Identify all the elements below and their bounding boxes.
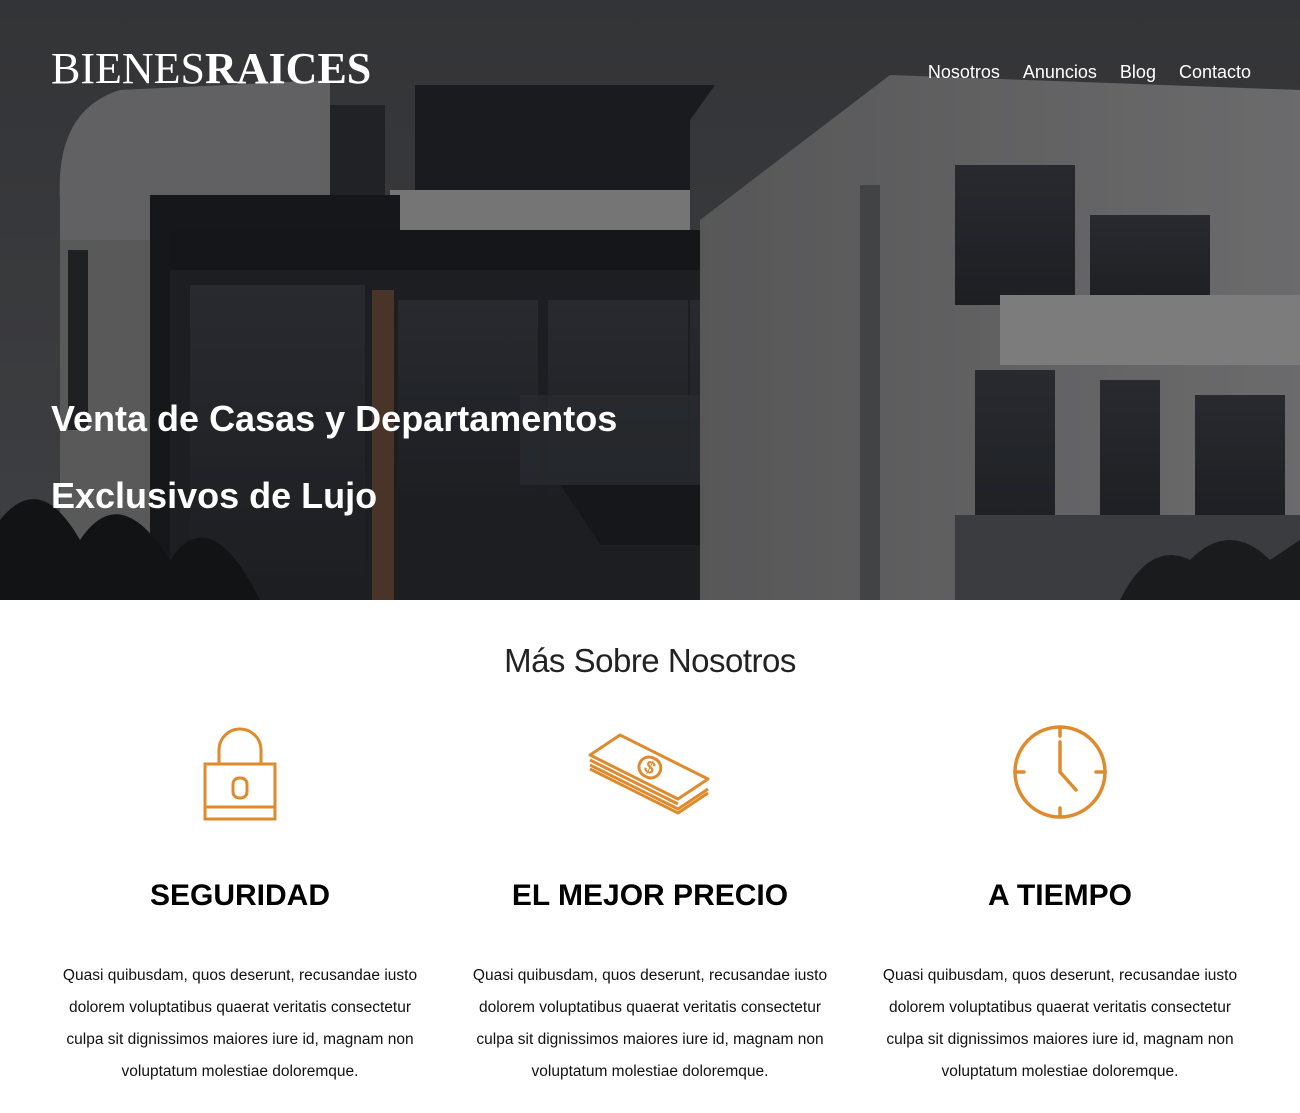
hero-title-line-2: Exclusivos de Lujo [51, 475, 378, 516]
feature-heading: A TIEMPO [988, 879, 1132, 912]
money-icon: $ [450, 718, 850, 826]
logo-light-text: BIENES [51, 44, 205, 93]
nav-link-contacto[interactable]: Contacto [1179, 60, 1251, 84]
about-title: Más Sobre Nosotros [504, 642, 796, 679]
feature-heading: SEGURIDAD [149, 879, 330, 912]
clock-icon [860, 718, 1260, 826]
hero-section: BIENESRAICES Nosotros Anuncios Blog Cont… [0, 0, 1300, 600]
about-section: Más Sobre Nosotros SEGURIDAD Quasi quibu… [0, 600, 1300, 1113]
feature-tiempo: A TIEMPO Quasi quibusdam, quos deserunt,… [860, 718, 1260, 1088]
nav-link-anuncios[interactable]: Anuncios [1023, 60, 1097, 84]
feature-precio: $ EL MEJOR PRECIO Quasi quibusdam, quos … [450, 718, 850, 1088]
hero-title-line-1: Venta de Casas y Departamentos [51, 398, 618, 439]
features-list: SEGURIDAD Quasi quibusdam, quos deserunt… [40, 718, 1260, 1088]
site-logo[interactable]: BIENESRAICES [51, 44, 371, 94]
feature-seguridad: SEGURIDAD Quasi quibusdam, quos deserunt… [40, 718, 440, 1088]
site-header: BIENESRAICES Nosotros Anuncios Blog Cont… [0, 0, 1300, 140]
logo-bold-text: RAICES [205, 44, 372, 93]
feature-text: Quasi quibusdam, quos deserunt, recusand… [472, 967, 828, 1080]
feature-text: Quasi quibusdam, quos deserunt, recusand… [62, 967, 418, 1080]
feature-text: Quasi quibusdam, quos deserunt, recusand… [882, 967, 1238, 1080]
nav-link-blog[interactable]: Blog [1120, 60, 1156, 84]
nav-link-nosotros[interactable]: Nosotros [928, 60, 1000, 84]
lock-icon [40, 718, 440, 826]
hero-title: Venta de Casas y Departamentos Exclusivo… [51, 380, 751, 534]
main-navigation: Nosotros Anuncios Blog Contacto [928, 60, 1251, 84]
feature-heading: EL MEJOR PRECIO [511, 879, 789, 912]
